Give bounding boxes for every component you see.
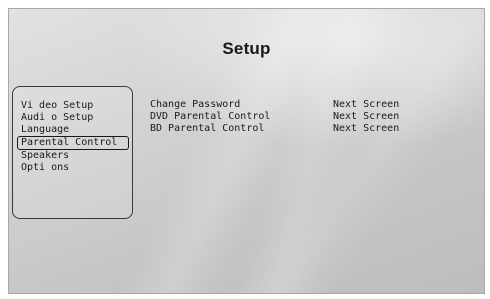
menu-item-language[interactable]: Language — [13, 124, 132, 136]
page-title: Setup — [222, 39, 271, 58]
menu-item-audio-setup[interactable]: Audi o Setup — [13, 112, 132, 124]
menu-item-parental-control[interactable]: Parental Control — [17, 136, 129, 150]
option-bd-parental-control[interactable]: BD Parental Control Next Screen — [150, 123, 470, 135]
menu-item-video-setup[interactable]: Vi deo Setup — [13, 100, 132, 112]
option-value: Next Screen — [333, 99, 400, 110]
parental-control-options: Change Password Next Screen DVD Parental… — [150, 99, 470, 135]
option-dvd-parental-control[interactable]: DVD Parental Control Next Screen — [150, 111, 470, 123]
setup-category-menu: Vi deo Setup Audi o Setup Language Paren… — [12, 86, 133, 219]
option-label: DVD Parental Control — [150, 111, 271, 122]
menu-item-speakers[interactable]: Speakers — [13, 150, 132, 162]
option-label: Change Password — [150, 99, 241, 110]
option-label: BD Parental Control — [150, 123, 265, 134]
setup-category-list: Vi deo Setup Audi o Setup Language Paren… — [13, 100, 132, 174]
option-value: Next Screen — [333, 123, 400, 134]
option-value: Next Screen — [333, 111, 400, 122]
setup-screen: Setup Vi deo Setup Audi o Setup Language… — [8, 8, 485, 294]
option-change-password[interactable]: Change Password Next Screen — [150, 99, 470, 111]
menu-item-options[interactable]: Opti ons — [13, 162, 132, 174]
